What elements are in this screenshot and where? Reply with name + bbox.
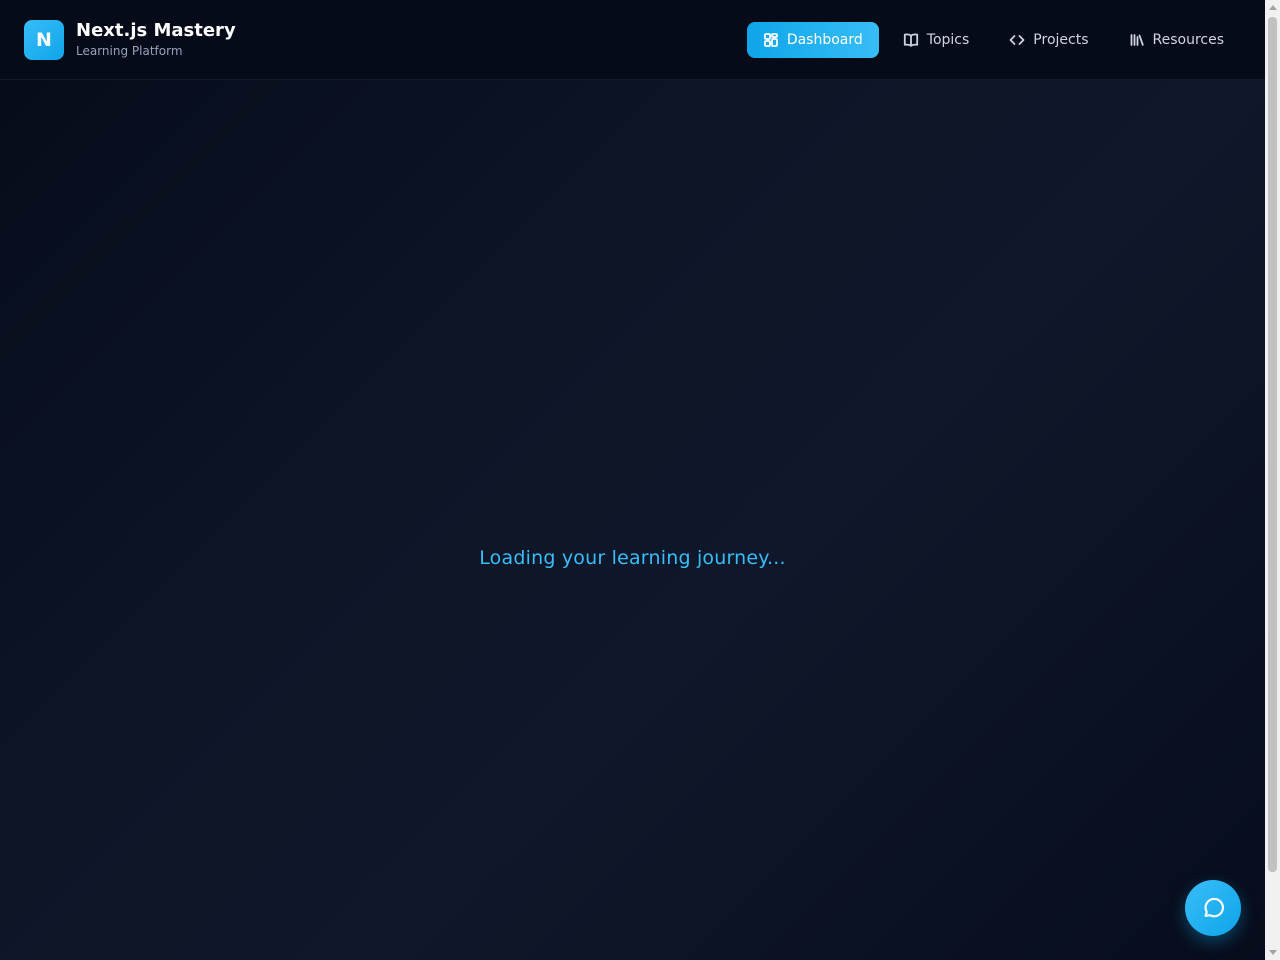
brand-text: Next.js Mastery Learning Platform	[76, 20, 236, 60]
nav-resources-label: Resources	[1152, 32, 1225, 48]
nav-topics[interactable]: Topics	[887, 22, 986, 58]
loading-message: Loading your learning journey...	[479, 547, 786, 569]
logo-badge: N	[24, 20, 64, 60]
nav-topics-label: Topics	[926, 32, 970, 48]
scroll-down-arrow-icon[interactable]	[1269, 950, 1277, 955]
brand[interactable]: N Next.js Mastery Learning Platform	[24, 20, 236, 60]
nav-dashboard-label: Dashboard	[786, 32, 863, 48]
code-icon	[1009, 35, 1025, 45]
nav-dashboard[interactable]: Dashboard	[746, 22, 879, 58]
brand-title: Next.js Mastery	[76, 20, 236, 41]
vertical-scrollbar[interactable]	[1265, 0, 1280, 960]
chat-button[interactable]	[1185, 880, 1241, 936]
brand-subtitle: Learning Platform	[76, 44, 183, 58]
library-icon	[1130, 34, 1144, 46]
dashboard-grid-icon	[763, 33, 778, 47]
book-icon	[903, 33, 918, 47]
nav-projects[interactable]: Projects	[993, 22, 1104, 58]
nav-resources[interactable]: Resources	[1113, 22, 1241, 58]
main-nav: Dashboard Topics Projects Resources	[739, 22, 1240, 58]
scroll-up-arrow-icon[interactable]	[1269, 5, 1277, 10]
nav-projects-label: Projects	[1033, 32, 1089, 48]
top-header: N Next.js Mastery Learning Platform Dash…	[0, 0, 1265, 80]
page-background: N Next.js Mastery Learning Platform Dash…	[0, 0, 1265, 960]
scroll-thumb[interactable]	[1268, 17, 1277, 872]
chat-bubble-icon	[1204, 897, 1224, 918]
